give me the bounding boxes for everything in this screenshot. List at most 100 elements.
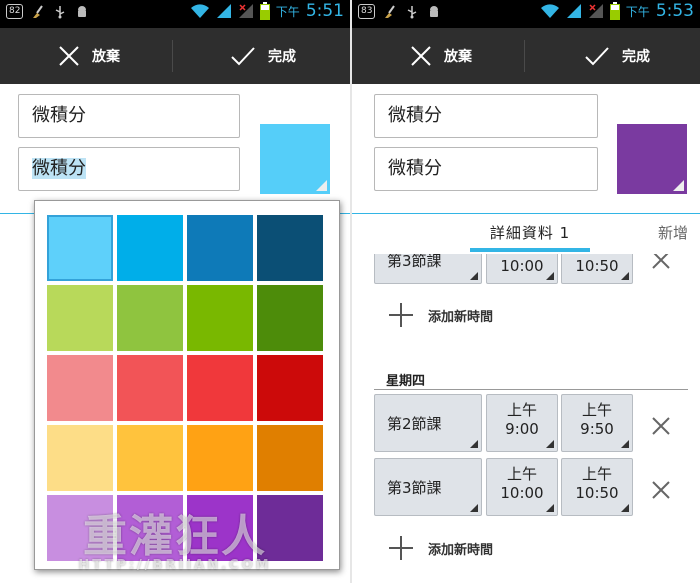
done-label: 完成 (268, 49, 296, 65)
color-swatch-option[interactable] (117, 215, 183, 281)
course-name-value: 微積分 (32, 105, 86, 126)
color-swatch-option[interactable] (187, 285, 253, 351)
usb-icon (408, 5, 417, 18)
add-new-time-button[interactable]: 添加新時間 (388, 535, 493, 561)
plus-icon (389, 536, 413, 560)
end-ampm: 上午 (581, 465, 612, 483)
add-new-time-label: 添加新時間 (428, 309, 494, 325)
clock-time: 5:51 (305, 1, 344, 21)
clock-time: 5:53 (655, 1, 694, 21)
discard-label: 放棄 (444, 49, 472, 65)
dropdown-corner-icon (621, 504, 629, 512)
signal-disabled-icon (588, 4, 603, 18)
start-time-text: 上午 9:00 (487, 401, 557, 439)
period-selector[interactable]: 第2節課 (374, 394, 482, 452)
color-swatch-option[interactable] (187, 425, 253, 491)
add-new-time-button[interactable]: 添加新時間 (388, 302, 493, 328)
usb-icon (56, 5, 65, 18)
course-color-swatch[interactable] (260, 124, 330, 194)
course-short-name-value: 微積分 (32, 158, 86, 179)
start-time-value: 9:00 (505, 420, 539, 438)
dropdown-corner-icon (470, 272, 478, 280)
day-heading-divider (374, 389, 688, 390)
notification-count-badge: 82 (6, 4, 24, 19)
remove-time-icon[interactable] (649, 414, 673, 438)
start-time-picker[interactable]: 上午 10:00 (486, 458, 558, 516)
color-swatch-option[interactable] (257, 425, 323, 491)
end-time-value: 10:50 (575, 484, 619, 502)
dropdown-corner-icon (621, 272, 629, 280)
color-swatch-option[interactable] (187, 355, 253, 421)
start-time-picker[interactable]: 上午 9:00 (486, 394, 558, 452)
color-swatch-option[interactable] (47, 425, 113, 491)
period-selector[interactable]: 第3節課 (374, 458, 482, 516)
status-bar: 83 下午 5:53 (352, 0, 700, 28)
color-swatch-option[interactable] (117, 425, 183, 491)
dropdown-corner-icon (470, 504, 478, 512)
end-time-text: 上午 10:50 (562, 465, 632, 503)
course-short-name-field[interactable]: 微積分 (18, 147, 240, 191)
signal-icon (216, 4, 231, 18)
color-swatch-option[interactable] (187, 215, 253, 281)
end-time-picker[interactable]: 上午 9:50 (561, 394, 633, 452)
start-time-value: 10:00 (500, 484, 544, 502)
wifi-icon (540, 4, 559, 18)
wifi-icon (190, 4, 209, 18)
dropdown-corner-icon (546, 272, 554, 280)
done-label: 完成 (622, 49, 650, 65)
action-bar: 放棄 完成 (0, 28, 350, 84)
signal-disabled-icon (238, 4, 253, 18)
color-swatch-option[interactable] (117, 285, 183, 351)
color-swatch-option[interactable] (47, 215, 113, 281)
color-swatch-option[interactable] (47, 355, 113, 421)
course-color-swatch[interactable] (617, 124, 687, 194)
course-name-value: 微積分 (388, 105, 442, 126)
dropdown-corner-icon (470, 440, 478, 448)
watermark-title: 重灌狂人 (83, 511, 267, 562)
check-icon (585, 47, 609, 66)
plus-icon (389, 303, 413, 327)
course-name-field[interactable]: 微積分 (18, 94, 240, 138)
details-tab-bar: 詳細資料 1 新增 (352, 214, 700, 254)
check-icon (231, 47, 255, 66)
dropdown-corner-icon (673, 180, 684, 191)
status-bar: 82 下午 5:51 (0, 0, 350, 28)
broom-icon (385, 4, 396, 18)
done-button[interactable]: 完成 (230, 28, 296, 84)
discard-button[interactable]: 放棄 (410, 28, 472, 84)
system-status: 下午 5:53 (540, 1, 694, 21)
done-button[interactable]: 完成 (584, 28, 650, 84)
day-heading: 星期四 (386, 374, 426, 389)
close-icon (59, 46, 79, 66)
system-status: 下午 5:51 (190, 1, 344, 21)
discard-label: 放棄 (92, 49, 120, 65)
color-swatch-option[interactable] (47, 285, 113, 351)
end-time-picker[interactable]: 上午 10:50 (561, 458, 633, 516)
tab-details-1[interactable]: 詳細資料 1 (470, 222, 590, 243)
discard-button[interactable]: 放棄 (58, 28, 120, 84)
course-short-name-field[interactable]: 微積分 (374, 147, 598, 191)
notification-count-badge: 83 (358, 4, 376, 19)
period-label: 第3節課 (387, 478, 442, 497)
color-swatch-option[interactable] (117, 355, 183, 421)
tab-add-new[interactable]: 新增 (658, 222, 688, 243)
start-time-text: 上午 10:00 (487, 465, 557, 503)
course-short-name-value: 微積分 (388, 158, 442, 179)
left-screen: 82 下午 5:51 放棄 完成 微積分 微積分 重灌狂人 HTTP://BRI… (0, 0, 350, 583)
start-ampm: 上午 (506, 401, 537, 419)
watermark-url: HTTP://BRIIAN.COM (78, 558, 272, 573)
action-bar-divider (172, 40, 173, 72)
right-screen: 83 下午 5:53 放棄 完成 微積分 微積分 第3節課 10:00 10:5… (352, 0, 700, 583)
color-swatch-option[interactable] (257, 355, 323, 421)
remove-time-icon[interactable] (649, 478, 673, 502)
dropdown-corner-icon (621, 440, 629, 448)
broom-icon (33, 4, 44, 18)
android-icon (430, 5, 439, 17)
course-name-field[interactable]: 微積分 (374, 94, 598, 138)
android-icon (78, 5, 87, 17)
notification-area: 83 (358, 4, 441, 19)
end-ampm: 上午 (581, 401, 612, 419)
color-swatch-option[interactable] (257, 215, 323, 281)
end-time-value: 9:50 (580, 420, 614, 438)
color-swatch-option[interactable] (257, 285, 323, 351)
